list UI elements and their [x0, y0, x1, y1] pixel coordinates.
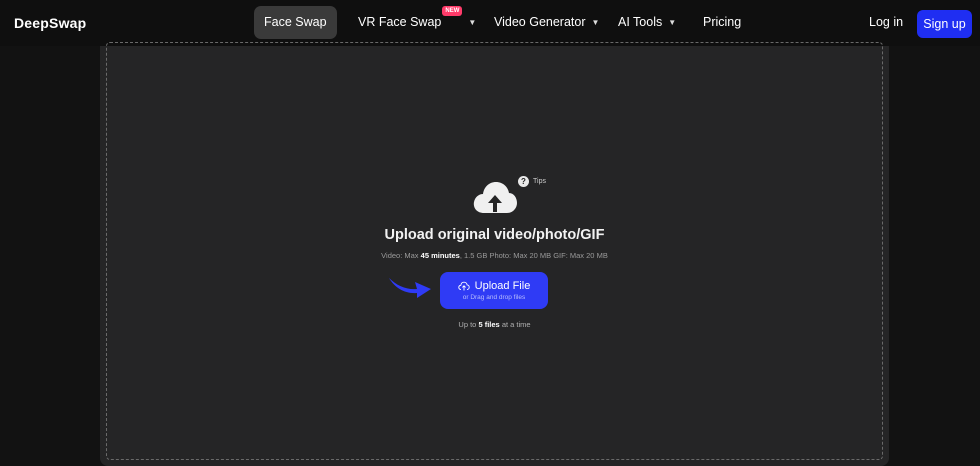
cloud-upload-small-icon	[457, 281, 470, 291]
limits-video-duration: 45 minutes	[420, 251, 460, 260]
files-note-suffix: at a time	[501, 320, 531, 329]
nav-ai-tools-label: AI Tools	[618, 15, 663, 29]
nav-ai-tools[interactable]: AI Tools ▼	[618, 6, 676, 39]
signup-button-label: Sign up	[923, 17, 966, 31]
files-note-count: 5 files	[478, 320, 500, 329]
nav-pricing-label: Pricing	[703, 15, 742, 29]
upload-file-button[interactable]: Upload File or Drag and drop files	[440, 272, 548, 309]
files-limit-note: Up to 5 files at a time	[100, 320, 889, 329]
chevron-down-icon: ▼	[591, 18, 600, 28]
nav-face-swap-label: Face Swap	[264, 15, 327, 29]
limits-rest: , 1.5 GB Photo: Max 20 MB GIF: Max 20 MB	[459, 251, 608, 260]
top-navbar: DeepSwap Face Swap VR Face SwapNEW ▼ Vide…	[0, 0, 980, 46]
tips-label: Tips	[533, 178, 546, 185]
upload-button-main: Upload File	[457, 280, 531, 292]
help-icon: ?	[518, 176, 529, 187]
new-badge: NEW	[442, 6, 463, 16]
upload-button-sublabel: or Drag and drop files	[462, 294, 526, 301]
login-link[interactable]: Log in	[869, 15, 903, 29]
nav-video-generator-label: Video Generator	[494, 15, 586, 29]
nav-video-generator[interactable]: Video Generator ▼	[494, 6, 599, 39]
tips-link[interactable]: ? Tips	[518, 176, 546, 187]
upload-title: Upload original video/photo/GIF	[384, 227, 605, 243]
nav-vr-face-swap[interactable]: VR Face SwapNEW ▼	[358, 6, 476, 39]
signup-button[interactable]: Sign up	[917, 10, 972, 38]
chevron-down-icon: ▼	[468, 18, 477, 28]
upload-button-label: Upload File	[474, 280, 531, 292]
pointing-arrow-icon	[389, 278, 431, 298]
files-note-prefix: Up to	[458, 320, 477, 329]
nav-vr-face-swap-label: VR Face Swap	[358, 15, 442, 29]
upload-limits: Video: Max 45 minutes, 1.5 GB Photo: Max…	[100, 251, 889, 260]
deepswap-logo[interactable]: DeepSwap	[14, 15, 86, 31]
nav-face-swap[interactable]: Face Swap	[254, 6, 337, 39]
upload-panel: ? Tips Upload original video/photo/GIF V…	[100, 42, 889, 466]
nav-pricing[interactable]: Pricing	[703, 6, 741, 39]
limits-video-prefix: Video: Max	[381, 251, 419, 260]
chevron-down-icon: ▼	[668, 18, 677, 28]
cloud-upload-icon	[473, 182, 517, 213]
